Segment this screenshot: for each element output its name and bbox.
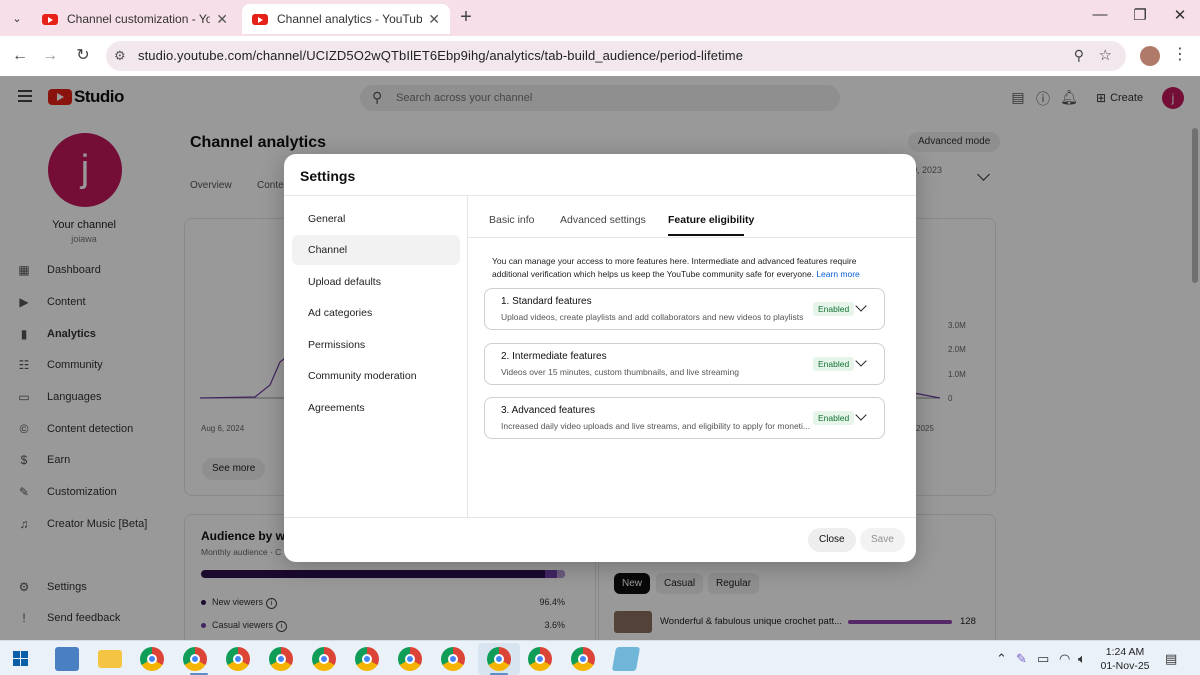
browser-tab-title: Channel analytics - YouTube Studio [277, 12, 423, 26]
tab-advanced-settings[interactable]: Advanced settings [560, 214, 646, 226]
close-button[interactable]: Close [808, 528, 856, 552]
profile-avatar[interactable] [1140, 46, 1160, 66]
status-badge: Enabled [813, 302, 855, 316]
windows-start-icon[interactable] [13, 651, 28, 666]
dialog-title: Settings [300, 168, 356, 184]
clock-time: 1:24 AM [1105, 646, 1145, 658]
chrome-profile-icon[interactable] [312, 647, 336, 671]
taskbar-clock[interactable]: 1:24 AM 01-Nov-25 [1097, 645, 1153, 673]
divider [468, 237, 916, 238]
chrome-profile-icon[interactable] [441, 647, 465, 671]
youtube-favicon-icon [252, 13, 268, 25]
feature-description: You can manage your access to more featu… [492, 255, 872, 281]
feature-description-text: You can manage your access to more featu… [492, 256, 857, 279]
forward-arrow-icon[interactable]: → [39, 45, 61, 67]
settings-nav-permissions[interactable]: Permissions [292, 330, 460, 360]
settings-nav-upload-defaults[interactable]: Upload defaults [292, 267, 460, 297]
battery-icon[interactable]: ▭ [1037, 651, 1049, 667]
feature-name: 3. Advanced features [501, 405, 595, 416]
feature-name: 2. Intermediate features [501, 351, 607, 362]
save-button[interactable]: Save [860, 528, 905, 552]
browser-tab-channel-analytics[interactable]: Channel analytics - YouTube Studio ✕ [242, 4, 450, 34]
settings-nav-agreements[interactable]: Agreements [292, 393, 460, 423]
new-tab-button[interactable]: + [456, 6, 476, 29]
status-badge: Enabled [813, 357, 855, 371]
divider [284, 517, 916, 518]
feature-name: 1. Standard features [501, 296, 592, 307]
zoom-icon[interactable]: ⚲ [1074, 47, 1084, 64]
tab-search-chevron-icon[interactable]: ⌄ [6, 8, 28, 28]
learn-more-link[interactable]: Learn more [816, 269, 859, 279]
reload-icon[interactable]: ↻ [72, 45, 94, 67]
site-settings-icon[interactable]: ⚙ [114, 48, 126, 64]
chrome-profile-icon[interactable] [528, 647, 552, 671]
chrome-profile-icon[interactable] [398, 647, 422, 671]
restore-icon[interactable]: ❐ [1128, 6, 1152, 24]
chevron-down-icon[interactable] [855, 409, 867, 421]
minimize-icon[interactable]: — [1088, 6, 1112, 23]
wifi-icon[interactable]: ◠ [1059, 651, 1070, 667]
browser-address-bar: ← → ↻ ⚙ studio.youtube.com/channel/UCIZD… [0, 36, 1200, 76]
chrome-icon[interactable] [140, 647, 164, 671]
close-window-icon[interactable]: ✕ [1168, 6, 1192, 24]
notification-center-icon[interactable]: ▤ [1165, 651, 1177, 667]
settings-nav-channel[interactable]: Channel [292, 235, 460, 265]
calculator-icon[interactable] [55, 647, 79, 671]
browser-tab-bar: ⌄ Channel customization - YouTube Studio… [0, 0, 1200, 36]
omnibox[interactable]: ⚙ studio.youtube.com/channel/UCIZD5O2wQT… [106, 41, 1126, 71]
close-tab-icon[interactable]: ✕ [428, 11, 440, 28]
settings-nav: General Channel Upload defaults Ad categ… [284, 196, 468, 518]
browser-tab-title: Channel customization - YouTube Studio [67, 12, 211, 26]
settings-dialog: Settings General Channel Upload defaults… [284, 154, 916, 562]
tab-basic-info[interactable]: Basic info [489, 214, 535, 226]
chevron-down-icon[interactable] [855, 355, 867, 367]
chrome-profile-icon[interactable] [355, 647, 379, 671]
feature-desc: Videos over 15 minutes, custom thumbnail… [501, 367, 739, 377]
ebook-app-icon[interactable] [611, 647, 641, 671]
browser-tab-channel-customization[interactable]: Channel customization - YouTube Studio ✕ [32, 4, 238, 34]
tab-feature-eligibility[interactable]: Feature eligibility [668, 214, 754, 226]
feature-standard[interactable]: 1. Standard features Upload videos, crea… [484, 288, 885, 330]
file-explorer-icon[interactable] [98, 650, 122, 668]
youtube-favicon-icon [42, 13, 58, 25]
settings-nav-general[interactable]: General [292, 204, 460, 234]
chrome-profile-icon[interactable] [487, 647, 511, 671]
clock-date: 01-Nov-25 [1100, 660, 1150, 672]
url-text[interactable]: studio.youtube.com/channel/UCIZD5O2wQTbI… [138, 48, 743, 63]
feature-intermediate[interactable]: 2. Intermediate features Videos over 15 … [484, 343, 885, 385]
feature-desc: Upload videos, create playlists and add … [501, 312, 804, 322]
feature-advanced[interactable]: 3. Advanced features Increased daily vid… [484, 397, 885, 439]
feature-desc: Increased daily video uploads and live s… [501, 421, 811, 431]
pen-icon[interactable]: ✎ [1016, 651, 1027, 667]
active-tab-indicator [668, 234, 744, 236]
chrome-profile-icon[interactable] [226, 647, 250, 671]
back-arrow-icon[interactable]: ← [9, 45, 31, 67]
chrome-profile-icon[interactable] [571, 647, 595, 671]
chevron-down-icon[interactable] [855, 300, 867, 312]
windows-taskbar: ⌃ ✎ ▭ ◠ 🔈︎ 1:24 AM 01-Nov-25 ▤ [0, 640, 1200, 675]
volume-muted-icon[interactable]: 🔈︎ [1078, 651, 1086, 667]
status-badge: Enabled [813, 411, 855, 425]
settings-nav-ad-categories[interactable]: Ad categories [292, 298, 460, 328]
browser-menu-icon[interactable]: ⋮ [1172, 44, 1188, 64]
bookmark-star-icon[interactable]: ☆ [1099, 46, 1112, 64]
settings-nav-community-moderation[interactable]: Community moderation [292, 361, 460, 391]
tray-chevron-up-icon[interactable]: ⌃ [996, 651, 1007, 667]
chrome-profile-icon[interactable] [269, 647, 293, 671]
chrome-profile-icon[interactable] [183, 647, 207, 671]
close-tab-icon[interactable]: ✕ [216, 11, 228, 28]
